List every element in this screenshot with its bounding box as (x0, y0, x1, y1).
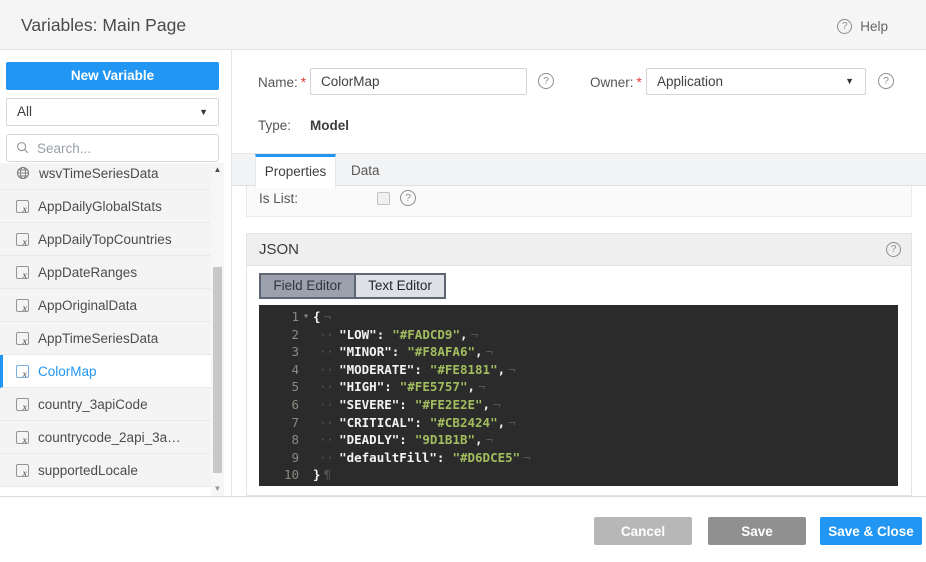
help-button[interactable]: ? Help (837, 19, 888, 34)
tab-data[interactable]: Data (336, 154, 395, 187)
scroll-down-icon[interactable]: ▼ (211, 484, 224, 493)
variable-icon: x (16, 332, 29, 345)
sidebar-item-country-3apicode[interactable]: x country_3apiCode (0, 388, 211, 421)
page-title: Variables: Main Page (21, 15, 186, 36)
is-list-label: Is List: (259, 191, 377, 206)
fold-caret-icon[interactable]: ▾ (299, 308, 313, 326)
json-help-icon[interactable]: ? (886, 242, 901, 257)
name-input[interactable] (310, 68, 527, 95)
code-line: 6··"SEVERE":"#FE2E2E",¬ (259, 396, 898, 414)
panel-divider (231, 50, 232, 496)
variable-icon: x (16, 200, 29, 213)
type-value: Model (310, 118, 349, 133)
is-list-help-icon[interactable]: ? (400, 190, 416, 206)
owner-selected-value: Application (657, 74, 723, 89)
code-line: 9··"defaultFill":"#D6DCE5"¬ (259, 449, 898, 467)
variable-icon: x (16, 266, 29, 279)
code-line: 7··"CRITICAL":"#CB2424",¬ (259, 414, 898, 432)
variable-list: wsvTimeSeriesData x AppDailyGlobalStats … (0, 163, 211, 496)
variable-filter-select[interactable]: All ▼ (6, 98, 219, 126)
search-icon (16, 141, 30, 155)
is-list-checkbox[interactable] (377, 192, 390, 205)
variable-icon: x (16, 299, 29, 312)
tab-bar: Properties Data (232, 153, 926, 186)
scroll-up-icon[interactable]: ▲ (211, 165, 224, 174)
code-line: 4··"MODERATE":"#FE8181",¬ (259, 361, 898, 379)
text-editor-toggle[interactable]: Text Editor (356, 275, 444, 297)
field-editor-toggle[interactable]: Field Editor (261, 275, 356, 297)
scrollbar-thumb[interactable] (213, 267, 222, 473)
header: Variables: Main Page ? Help (0, 0, 926, 50)
chevron-down-icon: ▼ (199, 99, 208, 125)
sidebar-scrollbar[interactable]: ▲ ▼ (211, 163, 224, 496)
save-and-close-button[interactable]: Save & Close (820, 517, 922, 545)
variable-icon: x (16, 464, 29, 477)
sidebar-item-colormap-selected[interactable]: x ColorMap (0, 355, 211, 388)
globe-icon (16, 166, 30, 180)
sidebar-item-countrycode-2api[interactable]: x countrycode_2api_3a… (0, 421, 211, 454)
editor-mode-toggle: Field Editor Text Editor (259, 273, 446, 299)
owner-help-icon[interactable]: ? (878, 73, 894, 89)
sidebar-item-supportedlocale[interactable]: x supportedLocale (0, 454, 211, 487)
type-label: Type: (258, 118, 291, 133)
code-line: 5··"HIGH":"#FE5757",¬ (259, 378, 898, 396)
name-label: Name:* (258, 75, 306, 90)
required-marker: * (637, 75, 642, 90)
cancel-button[interactable]: Cancel (594, 517, 692, 545)
variable-icon: x (16, 365, 29, 378)
code-line: 1▾{¬ (259, 308, 898, 326)
sidebar-item-apptimeseriesdata[interactable]: x AppTimeSeriesData (0, 322, 211, 355)
help-icon[interactable]: ? (837, 19, 852, 34)
sidebar-item-appdailytopcountries[interactable]: x AppDailyTopCountries (0, 223, 211, 256)
json-code-editor[interactable]: 1▾{¬ 2··"LOW":"#FADCD9",¬ 3··"MINOR":"#F… (259, 305, 898, 486)
variable-icon: x (16, 431, 29, 444)
save-button[interactable]: Save (708, 517, 806, 545)
sidebar-item-wsvtimeseriesdata[interactable]: wsvTimeSeriesData (0, 163, 211, 190)
owner-label: Owner:* (590, 75, 642, 90)
required-marker: * (301, 75, 306, 90)
sidebar-item-apporiginaldata[interactable]: x AppOriginalData (0, 289, 211, 322)
is-list-section: Is List: ? (246, 186, 912, 217)
chevron-down-icon: ▼ (845, 69, 854, 94)
sidebar-item-appdateranges[interactable]: x AppDateRanges (0, 256, 211, 289)
code-line: 8··"DEADLY":"9D1B1B",¬ (259, 431, 898, 449)
sidebar-item-appdailyglobalstats[interactable]: x AppDailyGlobalStats (0, 190, 211, 223)
code-line: 2··"LOW":"#FADCD9",¬ (259, 326, 898, 344)
name-help-icon[interactable]: ? (538, 73, 554, 89)
variables-editor-window: Variables: Main Page ? Help New Variable… (0, 0, 926, 562)
json-panel-header: JSON ? (247, 234, 911, 266)
json-panel: JSON ? Field Editor Text Editor 1▾{¬ 2··… (246, 233, 912, 496)
tab-properties[interactable]: Properties (255, 154, 336, 188)
search-input[interactable] (37, 141, 197, 156)
footer-divider (0, 496, 926, 497)
new-variable-button[interactable]: New Variable (6, 62, 219, 90)
code-line: 3··"MINOR":"#F8AFA6",¬ (259, 343, 898, 361)
json-panel-title: JSON (259, 241, 299, 258)
filter-selected-value: All (17, 104, 32, 119)
help-label[interactable]: Help (860, 19, 888, 34)
code-line: 10}¶ (259, 466, 898, 484)
variable-icon: x (16, 233, 29, 246)
owner-select[interactable]: Application ▼ (646, 68, 866, 95)
search-box[interactable] (6, 134, 219, 162)
variable-icon: x (16, 398, 29, 411)
